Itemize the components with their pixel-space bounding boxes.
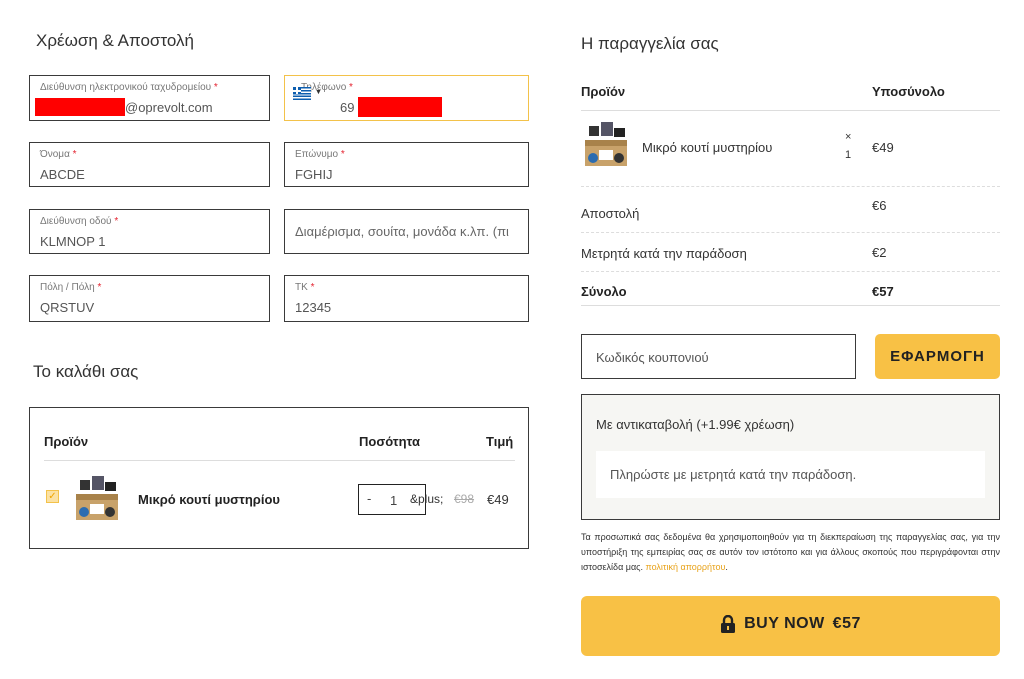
qty-minus-button[interactable]: - [367, 491, 371, 506]
cart-col-product: Προϊόν [44, 434, 89, 449]
payment-method-cod[interactable]: Με αντικαταβολή (+1.99€ χρέωση) [596, 417, 794, 432]
apply-coupon-button[interactable]: ΕΦΑΡΜΟΓΗ [875, 334, 1000, 379]
cart-table: Προϊόν Ποσότητα Τιμή ✓ Μικρό κουτί μυστη… [29, 407, 529, 549]
buy-now-label: BUY NOW [744, 614, 825, 632]
billing-heading: Χρέωση & Αποστολή [36, 31, 194, 50]
order-item-price: €49 [872, 140, 894, 155]
order-item-times: × [845, 131, 852, 143]
street-label: Διεύθυνση οδού * [40, 216, 119, 227]
order-item-qty: 1 [845, 149, 852, 161]
email-field[interactable]: Διεύθυνση ηλεκτρονικού ταχυδρομείου * @o… [29, 75, 270, 121]
last-name-field[interactable]: Επώνυμο * FGHIJ [284, 142, 529, 187]
order-col-subtotal: Υποσύνολο [872, 84, 945, 99]
postcode-label: ΤΚ * [295, 282, 315, 293]
phone-value: 69 [340, 100, 355, 115]
lock-icon [721, 614, 736, 633]
privacy-notice: Τα προσωπικά σας δεδομένα θα χρησιμοποιη… [581, 530, 1000, 575]
order-divider [581, 110, 1000, 111]
email-label: Διεύθυνση ηλεκτρονικού ταχυδρομείου * [40, 82, 218, 93]
cod-fee-label: Μετρητά κατά την παράδοση [581, 246, 747, 261]
first-name-value: ABCDE [40, 167, 85, 182]
street-field[interactable]: Διεύθυνση οδού * KLMNOP 1 [29, 209, 270, 254]
city-label: Πόλη / Πόλη * [40, 282, 102, 293]
shipping-label: Αποστολή [581, 206, 640, 221]
email-redaction [35, 98, 125, 116]
order-heading: Η παραγγελία σας [581, 34, 719, 53]
first-name-field[interactable]: Όνομα * ABCDE [29, 142, 270, 187]
city-value: QRSTUV [40, 300, 95, 315]
order-divider-4 [581, 271, 1000, 272]
first-name-label: Όνομα * [40, 149, 77, 160]
postcode-value: 12345 [295, 300, 332, 315]
email-value: @oprevolt.com [125, 100, 213, 115]
postcode-field[interactable]: ΤΚ * 12345 [284, 275, 529, 322]
product-image [76, 476, 118, 520]
buy-now-amount: €57 [832, 614, 861, 632]
cart-item-old-price: €98 [454, 492, 475, 506]
street-value: KLMNOP 1 [40, 234, 106, 249]
privacy-policy-link[interactable]: πολιτική απορρήτου [646, 562, 726, 572]
privacy-end: . [725, 562, 728, 572]
phone-field[interactable]: Τηλέφωνο * ▼ 69 [284, 75, 529, 121]
last-name-label: Επώνυμο * [295, 149, 345, 160]
cart-item-name: Μικρό κουτί μυστηρίου [138, 492, 280, 507]
apartment-placeholder: Διαμέρισμα, σουίτα, μονάδα κ.λπ. (πι [295, 224, 509, 239]
cart-item-price: €49 [487, 492, 509, 507]
order-divider-5 [581, 305, 1000, 306]
payment-method-box: Με αντικαταβολή (+1.99€ χρέωση) Πληρώστε… [581, 394, 1000, 520]
coupon-placeholder: Κωδικός κουπονιού [596, 350, 709, 365]
qty-plus-button[interactable]: &plus; [410, 492, 443, 506]
cart-col-price: Τιμή [486, 434, 514, 449]
order-divider-3 [581, 232, 1000, 233]
coupon-input[interactable]: Κωδικός κουπονιού [581, 334, 856, 379]
greece-flag-icon[interactable] [293, 87, 311, 100]
order-col-product: Προϊόν [581, 84, 626, 99]
shipping-value: €6 [872, 198, 887, 213]
last-name-value: FGHIJ [295, 167, 333, 182]
apartment-field[interactable]: Διαμέρισμα, σουίτα, μονάδα κ.λπ. (πι [284, 209, 529, 254]
privacy-text: Τα προσωπικά σας δεδομένα θα χρησιμοποιη… [581, 532, 1000, 572]
cod-fee-value: €2 [872, 245, 887, 260]
cart-heading: Το καλάθι σας [33, 362, 139, 381]
total-label: Σύνολο [581, 284, 627, 299]
cart-divider [44, 460, 515, 461]
order-item-name: Μικρό κουτί μυστηρίου [642, 140, 773, 155]
order-divider-2 [581, 186, 1000, 187]
cart-item-checkbox[interactable]: ✓ [46, 490, 59, 503]
qty-value[interactable]: 1 [390, 493, 397, 508]
cart-col-qty: Ποσότητα [359, 434, 420, 449]
chevron-down-icon[interactable]: ▼ [315, 89, 322, 96]
total-value: €57 [872, 284, 894, 299]
city-field[interactable]: Πόλη / Πόλη * QRSTUV [29, 275, 270, 322]
order-product-image [585, 122, 627, 166]
payment-description-box: Πληρώστε με μετρητά κατά την παράδοση. [596, 451, 985, 498]
payment-description: Πληρώστε με μετρητά κατά την παράδοση. [610, 467, 857, 482]
phone-redaction [358, 97, 442, 117]
buy-now-button[interactable]: BUY NOW €57 [581, 596, 1000, 656]
